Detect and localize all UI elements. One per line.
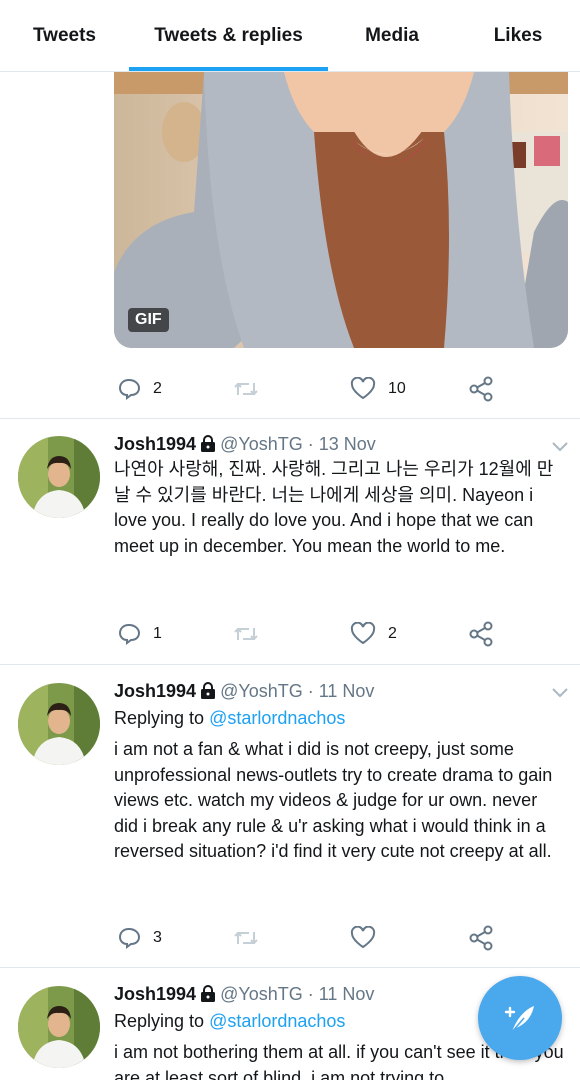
chevron-down-icon[interactable]	[551, 441, 569, 453]
tweet-actions: 1 2	[114, 619, 514, 649]
retweet-button[interactable]	[232, 374, 272, 404]
heart-icon	[350, 377, 376, 400]
replying-to-label: Replying to	[114, 708, 205, 728]
display-name[interactable]: Josh1994	[114, 681, 196, 701]
like-button[interactable]	[350, 923, 376, 953]
reply-count: 1	[153, 625, 162, 642]
share-icon	[469, 376, 493, 402]
share-button[interactable]	[468, 923, 494, 953]
mention-link[interactable]: @starlordnachos	[209, 1011, 345, 1031]
avatar[interactable]	[18, 986, 100, 1068]
tweet-item[interactable]: Josh1994 @YoshTG · 13 Nov 나연아 사랑해, 진짜. 사랑…	[0, 419, 580, 664]
like-button[interactable]: 2	[350, 619, 397, 649]
tweet-gif-media[interactable]: GIF	[114, 72, 568, 348]
reply-button[interactable]: 2	[117, 374, 162, 404]
avatar-image	[18, 986, 100, 1068]
share-icon	[469, 925, 493, 951]
chevron-down-icon[interactable]	[551, 687, 569, 699]
heart-icon	[350, 622, 376, 645]
tweet-item[interactable]: Josh1994 @YoshTG · 11 Nov Replying to @st…	[0, 665, 580, 967]
lock-icon	[201, 435, 216, 452]
replying-to-line: Replying to @starlordnachos	[114, 1011, 345, 1032]
retweet-button[interactable]	[232, 923, 260, 953]
gif-preview-image	[114, 72, 568, 348]
replying-to-label: Replying to	[114, 1011, 205, 1031]
lock-icon	[201, 985, 216, 1002]
compose-tweet-button[interactable]	[478, 976, 562, 1060]
gif-badge: GIF	[128, 308, 169, 332]
share-icon	[469, 621, 493, 647]
profile-tabs: Tweets Tweets & replies Media Likes	[0, 0, 580, 72]
tab-likes[interactable]: Likes	[456, 0, 580, 71]
tweet-header: Josh1994 @YoshTG · 13 Nov	[114, 434, 376, 455]
tweet-actions: 2 10	[114, 374, 514, 404]
tab-media[interactable]: Media	[328, 0, 456, 71]
active-tab-indicator	[129, 67, 328, 71]
reply-icon	[118, 927, 141, 949]
user-handle[interactable]: @YoshTG	[220, 434, 303, 454]
reply-icon	[118, 623, 141, 645]
tweet-text: 나연아 사랑해, 진짜. 사랑해. 그리고 나는 우리가 12월에 만날 수 있…	[114, 459, 554, 556]
lock-icon	[201, 682, 216, 699]
reply-count: 3	[153, 929, 162, 946]
like-count: 2	[388, 625, 397, 642]
avatar[interactable]	[18, 436, 100, 518]
retweet-button[interactable]	[232, 619, 260, 649]
tab-tweets-and-replies[interactable]: Tweets & replies	[129, 0, 328, 71]
share-button[interactable]	[468, 619, 494, 649]
reply-button[interactable]: 3	[117, 923, 162, 953]
tweet-date: · 11 Nov	[307, 681, 375, 701]
user-handle[interactable]: @YoshTG	[220, 984, 303, 1004]
retweet-icon	[234, 382, 258, 396]
share-button[interactable]	[468, 374, 494, 404]
replying-to-line: Replying to @starlordnachos	[114, 708, 345, 729]
avatar[interactable]	[18, 683, 100, 765]
tweet-actions: 3	[114, 923, 514, 953]
avatar-image	[18, 683, 100, 765]
mention-link[interactable]: @starlordnachos	[209, 708, 345, 728]
tweet-text: i am not a fan & what i did is not creep…	[114, 739, 553, 861]
reply-button[interactable]: 1	[117, 619, 162, 649]
tweet-date: · 11 Nov	[307, 984, 375, 1004]
like-count: 10	[388, 380, 406, 397]
retweet-icon	[234, 931, 258, 945]
heart-icon	[350, 926, 376, 949]
display-name[interactable]: Josh1994	[114, 434, 196, 454]
reply-count: 2	[153, 380, 162, 397]
display-name[interactable]: Josh1994	[114, 984, 196, 1004]
avatar-image	[18, 436, 100, 518]
tab-tweets[interactable]: Tweets	[0, 0, 129, 71]
tweet-header: Josh1994 @YoshTG · 11 Nov	[114, 681, 374, 702]
user-handle[interactable]: @YoshTG	[220, 681, 303, 701]
tweet-date: · 13 Nov	[307, 434, 376, 454]
tweet-header: Josh1994 @YoshTG · 11 Nov	[114, 984, 374, 1005]
feather-compose-icon	[504, 1006, 534, 1033]
reply-icon	[118, 378, 141, 400]
retweet-icon	[234, 627, 258, 641]
like-button[interactable]: 10	[350, 374, 406, 404]
